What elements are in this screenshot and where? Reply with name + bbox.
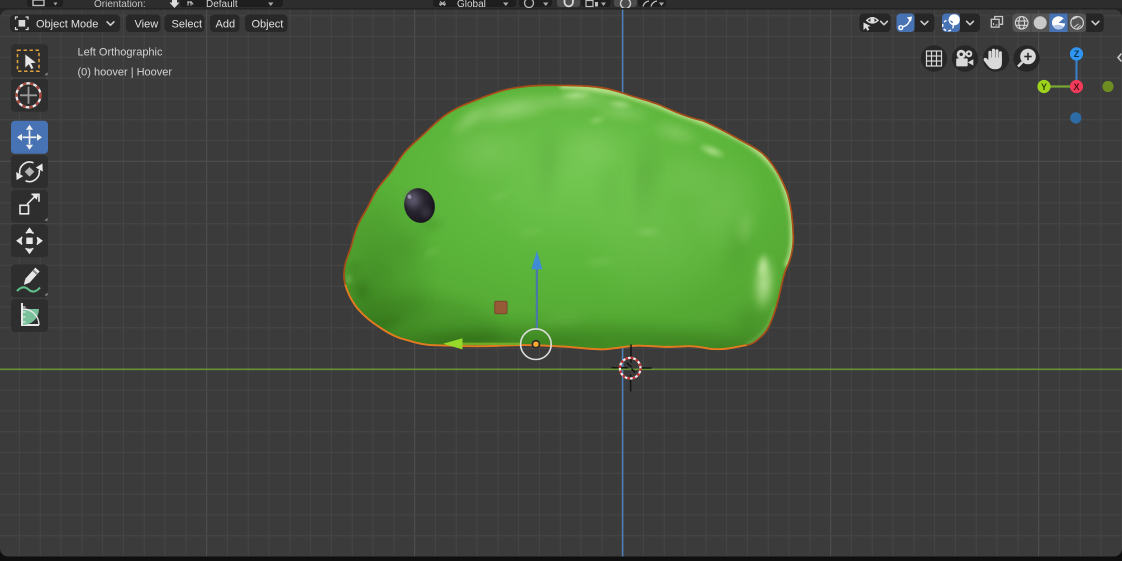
svg-text:Object: Object <box>252 19 284 31</box>
svg-text:(0) hoover | Hoover: (0) hoover | Hoover <box>78 67 173 79</box>
svg-text:Select: Select <box>172 19 203 31</box>
svg-text:Y: Y <box>1041 82 1047 92</box>
svg-text:Z: Z <box>1074 49 1080 59</box>
svg-text:Left Orthographic: Left Orthographic <box>78 47 163 59</box>
svg-text:Object Mode: Object Mode <box>36 19 98 31</box>
svg-text:Add: Add <box>216 19 236 31</box>
svg-text:X: X <box>1073 82 1079 92</box>
svg-text:View: View <box>135 19 159 31</box>
